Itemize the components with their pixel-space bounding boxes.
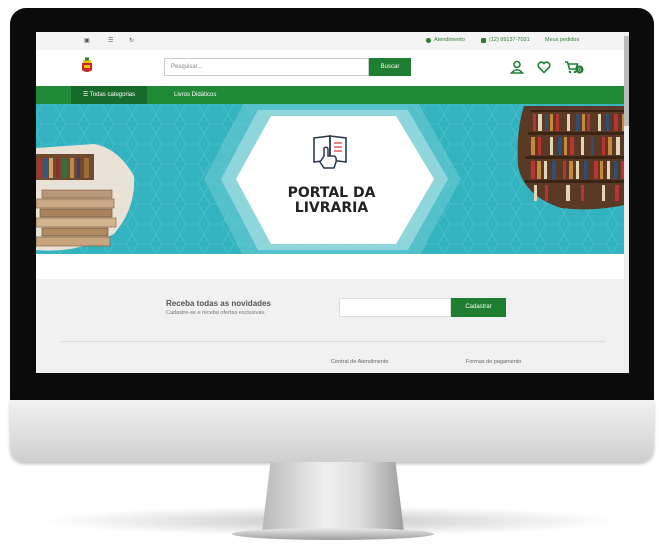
- banner-graphic: [36, 104, 629, 254]
- site-header: Pesquisar... Buscar 0: [36, 50, 629, 86]
- wishlist-heart-icon[interactable]: [537, 60, 551, 74]
- utility-bar: ▣ ☰ ↻ Atendimento (12) 99137-7031 Meus p…: [36, 32, 629, 50]
- banner-title: PORTAL DA LIVRARIA: [274, 186, 389, 216]
- cart-count: 0: [578, 67, 581, 73]
- newsletter-subscribe-button[interactable]: Cadastrar: [451, 298, 506, 317]
- phone-label: (12) 99137-7031: [489, 37, 530, 43]
- hero-banner[interactable]: PORTAL DA LIVRARIA: [36, 104, 629, 254]
- search-button[interactable]: Buscar: [369, 58, 411, 76]
- monitor-chin: [10, 400, 654, 462]
- scrollbar[interactable]: [624, 32, 629, 373]
- nav-item-livros-didaticos[interactable]: Livros Didáticos: [174, 86, 216, 104]
- phone-link[interactable]: (12) 99137-7031: [481, 37, 530, 43]
- monitor-mockup: ▣ ☰ ↻ Atendimento (12) 99137-7031 Meus p…: [0, 0, 659, 551]
- website-screen: ▣ ☰ ↻ Atendimento (12) 99137-7031 Meus p…: [36, 32, 629, 373]
- newsletter-title: Receba todas as novidades: [166, 299, 271, 308]
- print-icon[interactable]: ▣: [84, 37, 90, 44]
- search-input[interactable]: Pesquisar...: [164, 58, 369, 76]
- cart-icon[interactable]: 0: [564, 60, 584, 74]
- whatsapp-icon: [481, 37, 486, 43]
- divider: [61, 341, 606, 342]
- monitor-stand: [262, 462, 404, 532]
- newsletter-email-input[interactable]: [339, 298, 451, 317]
- orders-link[interactable]: Meus pedidos: [545, 37, 579, 43]
- orders-label: Meus pedidos: [545, 37, 580, 43]
- contact-label: Atendimento: [434, 37, 465, 43]
- footer-customer-service[interactable]: Central de Atendimento: [331, 359, 388, 365]
- newsletter-section: Receba todas as novidades Cadastre-se e …: [36, 279, 629, 373]
- menu-icon[interactable]: ☰: [108, 37, 113, 44]
- category-nav: ☰ Todas categorias Livros Didáticos: [36, 86, 629, 104]
- chat-icon: [426, 37, 431, 43]
- contact-link[interactable]: Atendimento: [426, 37, 465, 43]
- footer-payment-methods[interactable]: Formas de pagamento: [466, 359, 521, 365]
- banner-title-line1: PORTAL DA: [287, 185, 376, 201]
- all-categories-button[interactable]: ☰ Todas categorias: [71, 86, 147, 104]
- monitor-base: [232, 528, 434, 540]
- logo-crest-icon[interactable]: [80, 57, 94, 75]
- banner-title-line2: LIVRARIA: [294, 200, 369, 216]
- newsletter-subtitle: Cadastre-se e receba ofertas exclusivas.: [166, 310, 266, 316]
- account-icon[interactable]: [510, 60, 524, 74]
- scrollbar-thumb[interactable]: [624, 36, 629, 126]
- refresh-icon[interactable]: ↻: [129, 37, 134, 44]
